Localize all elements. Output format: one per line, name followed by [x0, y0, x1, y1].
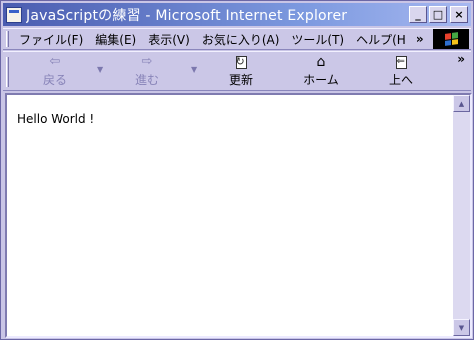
back-arrow-icon: ⇦	[49, 54, 61, 69]
forward-button[interactable]: ⇨ 進む	[127, 54, 167, 90]
forward-dropdown-icon[interactable]: ▼	[191, 65, 197, 74]
refresh-icon	[235, 54, 247, 70]
home-label: ホーム	[303, 73, 339, 87]
forward-arrow-icon: ⇨	[141, 54, 153, 69]
home-icon: ⌂	[316, 54, 326, 70]
standard-toolbar: ⇦ 戻る ▼ ⇨ 進む ▼ 更新 ⌂ ホーム 上へ »	[3, 51, 471, 91]
back-dropdown-icon[interactable]: ▼	[97, 65, 103, 74]
scroll-up-button[interactable]: ▲	[453, 95, 470, 112]
windows-flag-icon	[444, 32, 458, 46]
forward-label: 進む	[134, 73, 159, 87]
back-label: 戻る	[42, 73, 67, 87]
browser-window: JavaScriptの練習 - Microsoft Internet Explo…	[0, 0, 474, 340]
menu-bar: ファイル(F) 編集(E) 表示(V) お気に入り(A) ツール(T) ヘルプ(…	[3, 28, 471, 50]
up-label: 上へ	[388, 73, 413, 87]
maximize-button[interactable]: □	[429, 6, 447, 23]
back-button[interactable]: ⇦ 戻る	[35, 54, 75, 90]
windows-logo	[433, 29, 469, 49]
ie-page-icon[interactable]	[6, 6, 22, 23]
menu-favorites[interactable]: お気に入り(A)	[196, 31, 286, 48]
minimize-button[interactable]: _	[409, 6, 427, 23]
scroll-down-button[interactable]: ▼	[453, 319, 470, 336]
menu-help[interactable]: ヘルプ(H	[350, 31, 412, 48]
window-title: JavaScriptの練習 - Microsoft Internet Explo…	[26, 7, 348, 24]
menu-tools[interactable]: ツール(T)	[285, 31, 350, 48]
title-bar[interactable]: JavaScriptの練習 - Microsoft Internet Explo…	[3, 3, 471, 26]
close-button[interactable]: ×	[450, 6, 468, 23]
menu-file[interactable]: ファイル(F)	[13, 31, 89, 48]
page-text: Hello World !	[17, 112, 95, 126]
menu-chevron[interactable]: »	[416, 32, 424, 46]
up-button[interactable]: 上へ	[381, 54, 421, 90]
page-content-area[interactable]: Hello World ! ▲ ▼	[5, 93, 472, 338]
toolbar-chevron[interactable]: »	[457, 52, 465, 66]
up-folder-icon	[395, 54, 407, 70]
vertical-scrollbar[interactable]: ▲ ▼	[453, 95, 470, 336]
refresh-button[interactable]: 更新	[221, 54, 261, 90]
menu-view[interactable]: 表示(V)	[142, 31, 196, 48]
menubar-grip[interactable]	[6, 31, 9, 47]
toolbar-grip[interactable]	[6, 57, 9, 87]
menu-edit[interactable]: 編集(E)	[89, 31, 142, 48]
refresh-label: 更新	[228, 73, 253, 87]
home-button[interactable]: ⌂ ホーム	[296, 54, 346, 90]
